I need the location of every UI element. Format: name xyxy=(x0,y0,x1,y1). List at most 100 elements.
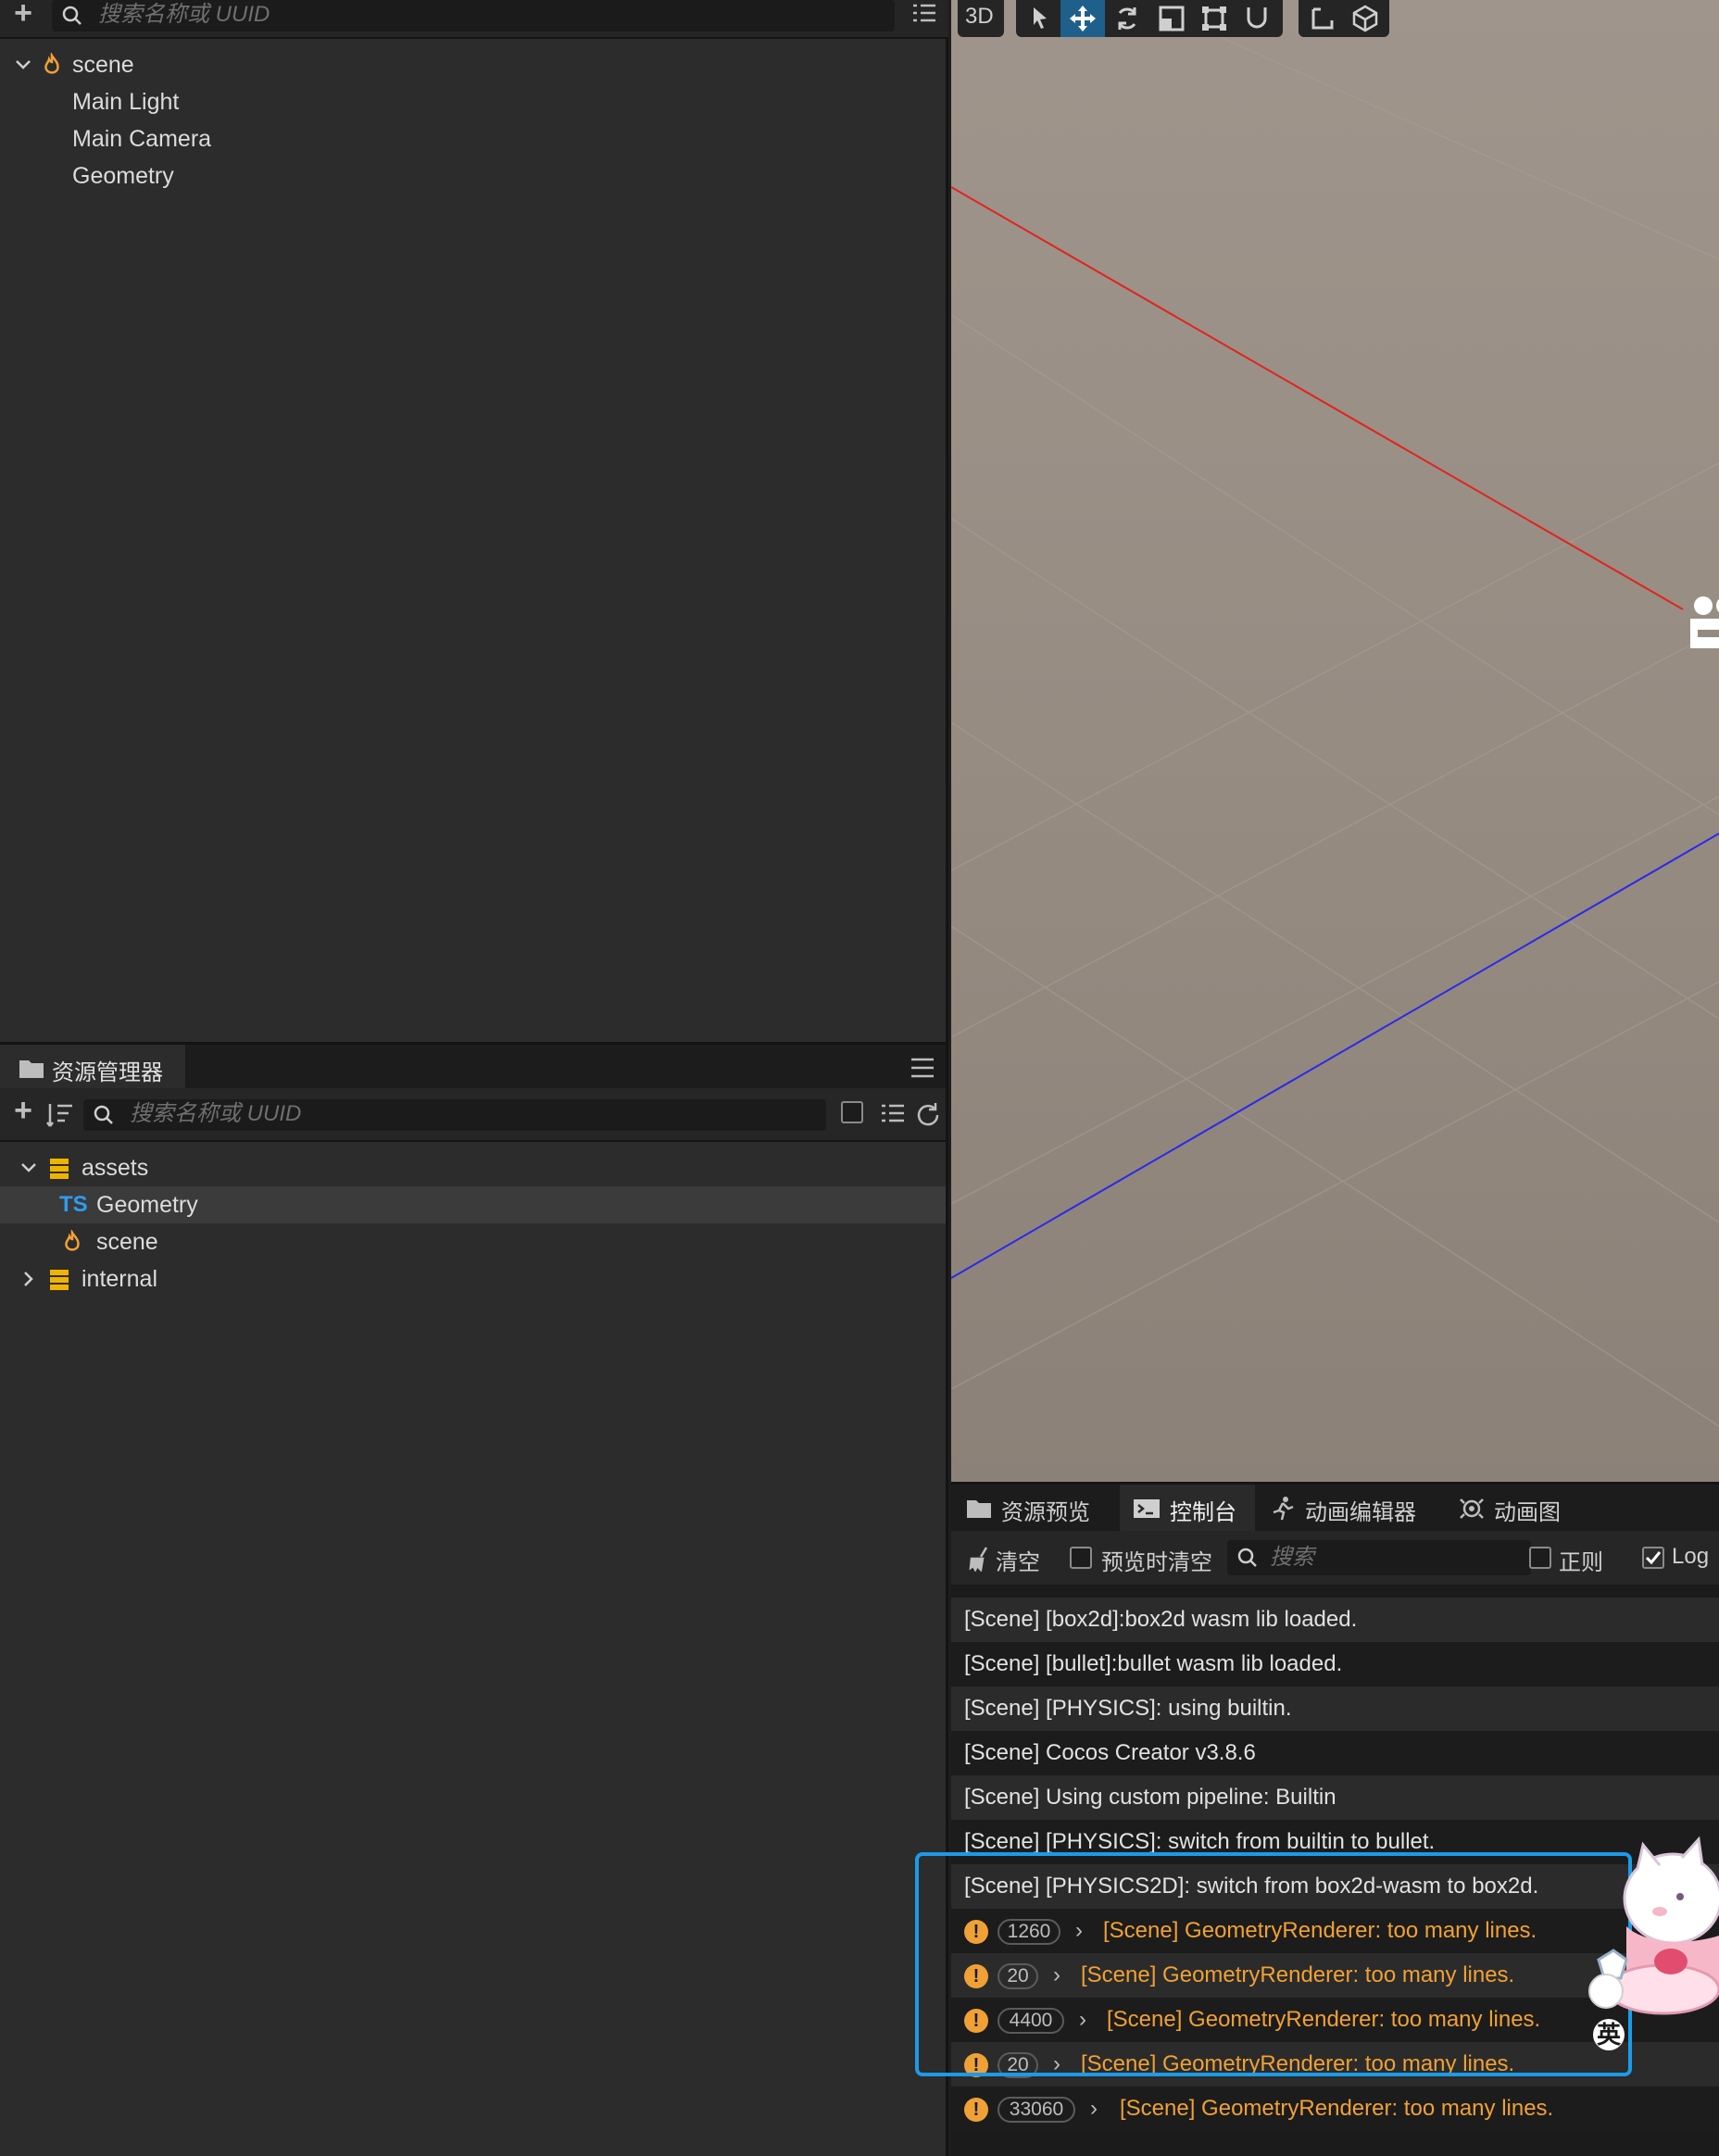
broom-icon xyxy=(969,1547,988,1572)
z-axis-line xyxy=(951,833,1719,1279)
asset-item-scene[interactable]: scene xyxy=(0,1223,946,1260)
animation-graph-icon xyxy=(1460,1498,1484,1519)
refresh-icon[interactable] xyxy=(913,1100,943,1130)
log-row[interactable]: [Scene] Cocos Creator v3.8.6 xyxy=(951,1731,1719,1775)
console-search-input[interactable]: 搜索 xyxy=(1227,1540,1531,1575)
checkmark-icon xyxy=(1645,1551,1662,1565)
hierarchy-search-input[interactable]: 搜索名称或 UUID xyxy=(52,0,895,31)
assets-search-placeholder: 搜索名称或 UUID xyxy=(130,1101,302,1126)
tab-label: 资源预览 xyxy=(1001,1500,1090,1525)
scene-icon xyxy=(65,1230,80,1251)
asset-item-label: scene xyxy=(96,1229,158,1255)
asset-item-label: assets xyxy=(82,1155,149,1181)
tree-node-main-light[interactable]: Main Light xyxy=(0,83,946,120)
view-mode-toggle[interactable]: 3D xyxy=(958,0,1004,37)
log-checkbox[interactable] xyxy=(1642,1547,1664,1569)
tab-label: 动画图 xyxy=(1494,1500,1561,1525)
tree-node-label: Geometry xyxy=(72,163,174,189)
tab-assets[interactable]: 资源管理器 xyxy=(0,1045,185,1091)
search-icon xyxy=(62,6,82,25)
assets-tab-label: 资源管理器 xyxy=(52,1060,163,1085)
ts-file-icon: TS xyxy=(59,1192,88,1217)
move-tool-icon[interactable] xyxy=(1068,4,1098,33)
sort-icon[interactable] xyxy=(46,1100,76,1130)
tree-node-main-camera[interactable]: Main Camera xyxy=(0,120,946,157)
tab-label: 动画编辑器 xyxy=(1305,1500,1416,1525)
tree-node-geometry[interactable]: Geometry xyxy=(0,157,946,194)
tab-animation-editor[interactable]: 动画编辑器 xyxy=(1257,1485,1442,1531)
asset-item-label: Geometry xyxy=(96,1192,198,1218)
rotate-tool-icon[interactable] xyxy=(1112,4,1142,33)
pivot-cube-icon[interactable] xyxy=(1350,4,1380,33)
clear-button[interactable]: 清空 xyxy=(968,1542,1060,1575)
chevron-down-icon[interactable] xyxy=(19,1158,39,1178)
grid-lines xyxy=(951,0,1719,1427)
scene-icon xyxy=(44,53,59,74)
warning-row[interactable]: ! 33060 › [Scene] GeometryRenderer: too … xyxy=(951,2087,1719,2131)
clear-on-preview-label: 预览时清空 xyxy=(1101,1550,1212,1575)
console-tabbar: 资源预览 控制台 动画编辑器 动画图 xyxy=(951,1485,1719,1531)
regex-label: 正则 xyxy=(1559,1550,1603,1575)
highlight-box xyxy=(915,1852,1632,2076)
chevron-down-icon[interactable] xyxy=(13,55,33,75)
assets-toolbar: + 搜索名称或 UUID xyxy=(0,1088,946,1142)
asset-item-geometry[interactable]: TS Geometry xyxy=(0,1186,946,1223)
log-row[interactable]: [Scene] [bullet]:bullet wasm lib loaded. xyxy=(951,1642,1719,1686)
repeat-count-badge: 33060 xyxy=(998,2097,1075,2123)
assets-tabbar: 资源管理器 xyxy=(0,1042,946,1091)
animation-runner-icon xyxy=(1273,1497,1294,1521)
search-icon xyxy=(1237,1548,1257,1567)
tab-console[interactable]: 控制台 xyxy=(1120,1485,1255,1531)
tab-asset-preview[interactable]: 资源预览 xyxy=(951,1485,1118,1531)
mascot-sticker-icon xyxy=(1588,1836,1719,2015)
scene-viewport[interactable]: 3D xyxy=(951,0,1719,1482)
left-panels: + 搜索名称或 UUID scene Main Light Main Camer… xyxy=(0,0,948,2156)
view-mode-label: 3D xyxy=(965,4,994,29)
warning-icon: ! xyxy=(964,2098,988,2122)
regex-checkbox[interactable] xyxy=(1529,1547,1551,1569)
folder-db-icon xyxy=(50,1270,69,1290)
asset-item-label: internal xyxy=(82,1266,157,1292)
hierarchy-search-placeholder: 搜索名称或 UUID xyxy=(98,2,270,27)
tab-label: 控制台 xyxy=(1170,1500,1236,1525)
search-icon xyxy=(94,1105,113,1124)
add-node-icon[interactable]: + xyxy=(9,0,37,29)
asset-item-internal[interactable]: internal xyxy=(0,1260,946,1297)
coord-toolbar xyxy=(1299,0,1389,37)
rect-tool-icon[interactable] xyxy=(1199,4,1229,33)
hierarchy-toolbar: + 搜索名称或 UUID xyxy=(0,0,948,39)
camera-gizmo-icon[interactable] xyxy=(1690,596,1719,648)
console-search-placeholder: 搜索 xyxy=(1270,1545,1314,1570)
select-tool-icon[interactable] xyxy=(1025,4,1055,33)
asset-item-assets[interactable]: assets xyxy=(0,1149,946,1186)
warning-text: [Scene] GeometryRenderer: too many lines… xyxy=(1120,2096,1554,2121)
folder-icon xyxy=(19,1060,44,1078)
clear-on-preview-checkbox[interactable] xyxy=(1070,1547,1092,1569)
menu-icon[interactable] xyxy=(910,1056,935,1080)
add-asset-icon[interactable]: + xyxy=(9,1095,37,1126)
scale-tool-icon[interactable] xyxy=(1157,4,1186,33)
assets-search-input[interactable]: 搜索名称或 UUID xyxy=(83,1099,826,1131)
log-row[interactable]: [Scene] Using custom pipeline: Builtin xyxy=(951,1775,1719,1820)
x-axis-line xyxy=(951,186,1684,610)
log-row[interactable]: [Scene] [PHYSICS]: using builtin. xyxy=(951,1686,1719,1731)
list-collapse-icon[interactable] xyxy=(910,0,939,30)
assets-filter-checkbox[interactable] xyxy=(841,1101,863,1123)
folder-db-icon xyxy=(50,1159,69,1179)
chevron-right-icon[interactable] xyxy=(19,1269,39,1289)
log-label: Log xyxy=(1672,1544,1710,1569)
tree-node-label: scene xyxy=(72,52,134,78)
tree-node-scene[interactable]: scene xyxy=(0,46,946,83)
chevron-right-icon[interactable]: › xyxy=(1090,2087,1098,2131)
preview-icon xyxy=(967,1500,991,1518)
clear-label: 清空 xyxy=(996,1550,1040,1575)
tree-node-label: Main Camera xyxy=(72,126,212,152)
local-coord-icon[interactable] xyxy=(1308,4,1337,33)
list-collapse-icon[interactable] xyxy=(878,1100,908,1130)
ime-indicator[interactable]: 英 xyxy=(1593,2019,1625,2050)
tree-node-label: Main Light xyxy=(72,89,180,115)
terminal-icon xyxy=(1134,1499,1160,1518)
tab-animation-graph[interactable]: 动画图 xyxy=(1446,1485,1585,1531)
log-row[interactable]: [Scene] [box2d]:box2d wasm lib loaded. xyxy=(951,1598,1719,1642)
snap-magnet-icon[interactable] xyxy=(1242,4,1272,33)
